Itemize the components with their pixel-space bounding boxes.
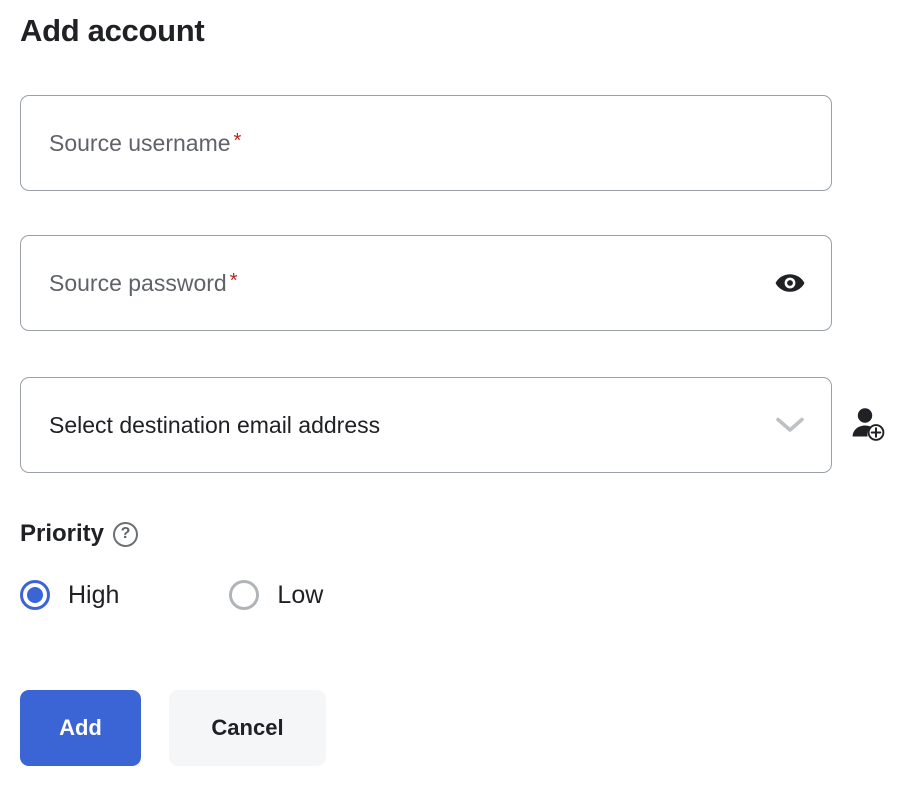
person-add-icon[interactable] bbox=[849, 404, 887, 444]
destination-email-select[interactable]: Select destination email address bbox=[20, 377, 832, 473]
source-username-row: Source username* bbox=[20, 95, 832, 191]
radio-mark-low[interactable] bbox=[229, 580, 259, 610]
priority-header: Priority ? bbox=[20, 519, 138, 549]
help-circle-icon[interactable]: ? bbox=[113, 522, 138, 547]
radio-label-low: Low bbox=[277, 580, 323, 610]
source-username-label-text: Source username bbox=[49, 130, 231, 156]
radio-option-high[interactable]: High bbox=[20, 580, 119, 610]
required-asterisk: * bbox=[230, 270, 238, 292]
source-username-label: Source username* bbox=[49, 129, 241, 157]
radio-dot-low bbox=[236, 587, 252, 603]
radio-option-low[interactable]: Low bbox=[229, 580, 323, 610]
destination-email-value: Select destination email address bbox=[49, 411, 380, 439]
source-password-label-text: Source password bbox=[49, 270, 227, 296]
source-username-input[interactable]: Source username* bbox=[20, 95, 832, 191]
required-asterisk: * bbox=[234, 130, 242, 152]
radio-dot-high bbox=[27, 587, 43, 603]
dialog-actions: Add Cancel bbox=[20, 690, 326, 766]
chevron-down-icon[interactable] bbox=[775, 416, 805, 434]
priority-radio-group: High Low bbox=[20, 580, 323, 610]
source-password-label: Source password* bbox=[49, 269, 238, 297]
add-account-dialog: Add account Source username* Source pass… bbox=[0, 0, 914, 794]
priority-label: Priority bbox=[20, 519, 104, 549]
page-title: Add account bbox=[20, 12, 204, 50]
source-password-row: Source password* bbox=[20, 235, 832, 331]
eye-icon[interactable] bbox=[775, 272, 805, 294]
radio-mark-high[interactable] bbox=[20, 580, 50, 610]
cancel-button[interactable]: Cancel bbox=[169, 690, 326, 766]
destination-email-row: Select destination email address bbox=[20, 377, 832, 473]
add-button[interactable]: Add bbox=[20, 690, 141, 766]
source-password-input[interactable]: Source password* bbox=[20, 235, 832, 331]
radio-label-high: High bbox=[68, 580, 119, 610]
